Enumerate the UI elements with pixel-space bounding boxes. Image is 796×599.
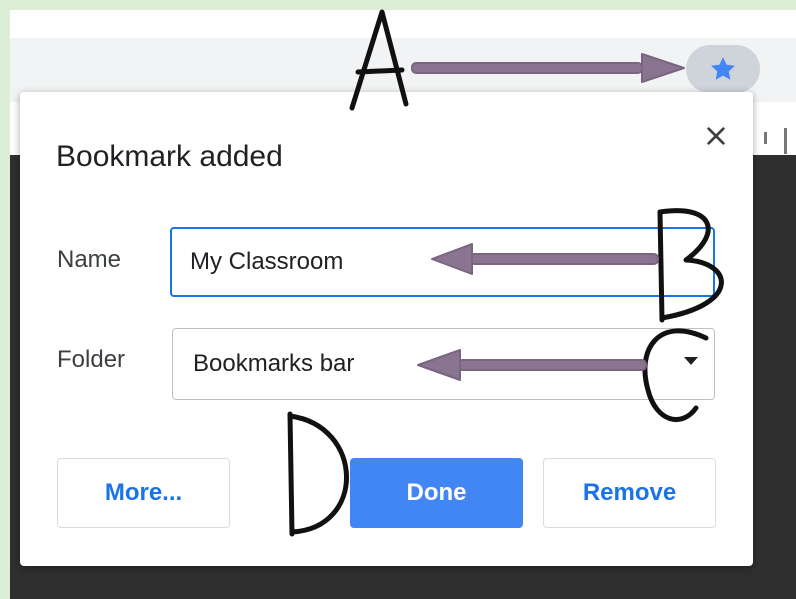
name-input[interactable]	[170, 227, 715, 297]
close-button[interactable]	[692, 112, 740, 160]
star-icon	[711, 57, 735, 80]
toolbar-overflow	[754, 122, 796, 162]
dialog-title: Bookmark added	[56, 140, 283, 173]
caret-down-icon	[684, 357, 698, 365]
remove-button[interactable]: Remove	[543, 458, 716, 528]
folder-select-value: Bookmarks bar	[193, 350, 355, 377]
name-label: Name	[57, 246, 122, 273]
bookmark-star-button[interactable]	[686, 45, 760, 93]
more-button[interactable]: More...	[57, 458, 230, 528]
toolbar-divider	[784, 128, 787, 154]
folder-label: Folder	[57, 346, 126, 373]
bookmark-dialog: Bookmark added Name Folder Bookmarks bar…	[20, 92, 753, 566]
folder-select[interactable]: Bookmarks bar	[172, 328, 715, 400]
close-icon	[707, 127, 725, 145]
toolbar-divider	[764, 132, 767, 144]
done-button[interactable]: Done	[350, 458, 523, 528]
